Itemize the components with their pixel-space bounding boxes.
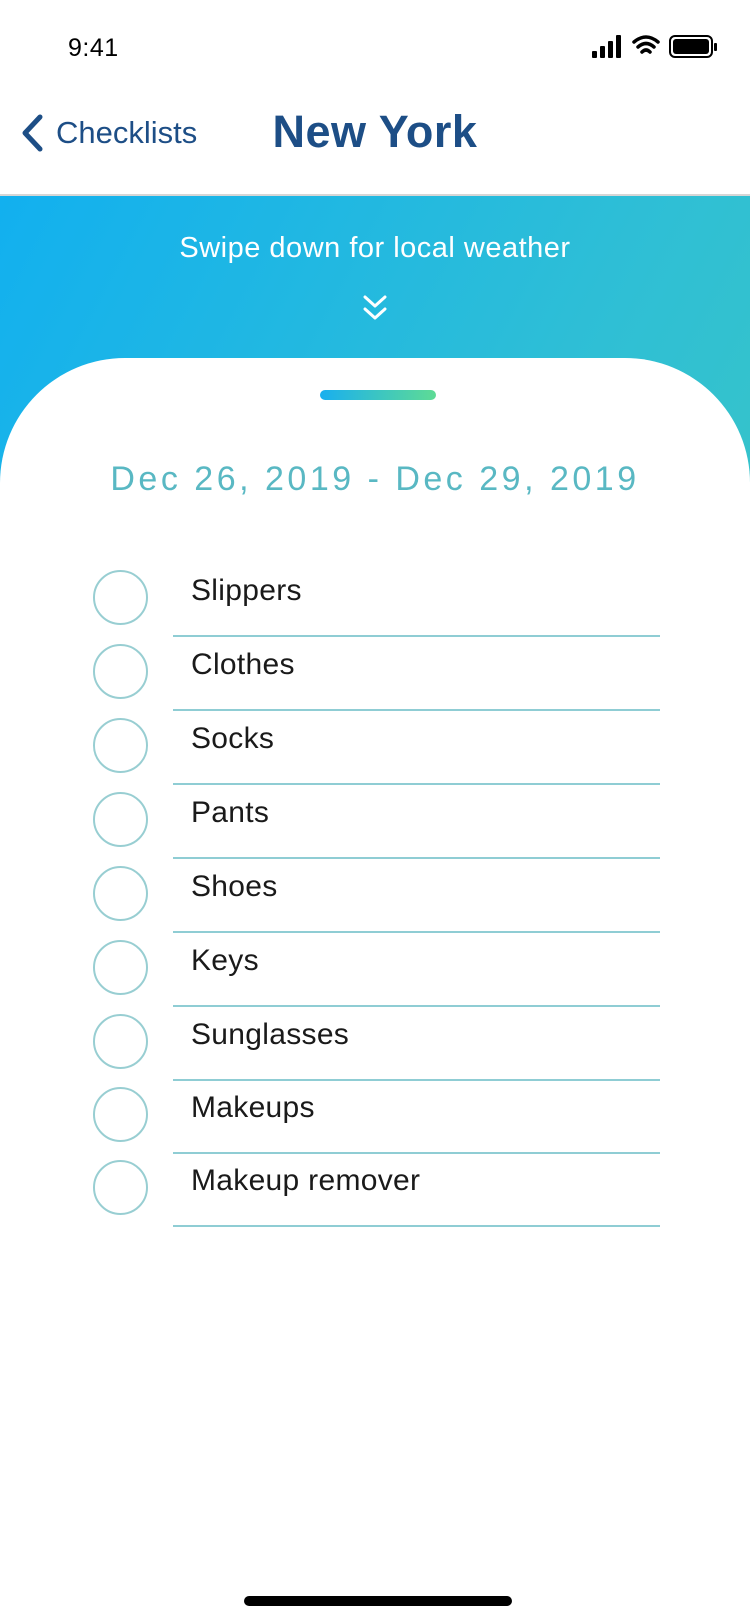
list-item[interactable]: Pants <box>0 790 750 860</box>
list-item[interactable]: Clothes <box>0 642 750 712</box>
date-range: Dec 26, 2019 - Dec 29, 2019 <box>110 460 640 498</box>
signal-icon <box>592 35 621 58</box>
item-label: Clothes <box>191 648 295 681</box>
divider <box>173 1079 660 1081</box>
check-circle[interactable] <box>93 940 148 995</box>
list-item[interactable]: Keys <box>0 938 750 1008</box>
list-item[interactable]: Makeups <box>0 1085 750 1155</box>
item-label: Pants <box>191 796 270 829</box>
weather-hint: Swipe down for local weather <box>179 232 571 264</box>
item-label: Keys <box>191 944 259 977</box>
drag-handle[interactable] <box>320 390 436 400</box>
check-circle[interactable] <box>93 1160 148 1215</box>
navigation-bar: Checklists New York <box>0 88 750 196</box>
page-title: New York <box>272 106 478 157</box>
item-label: Slippers <box>191 574 302 607</box>
checklist-sheet: Dec 26, 2019 - Dec 29, 2019 Slippers Clo… <box>0 358 750 1624</box>
item-label: Shoes <box>191 870 278 903</box>
check-circle[interactable] <box>93 1087 148 1142</box>
list-item[interactable]: Shoes <box>0 864 750 934</box>
divider <box>173 1225 660 1227</box>
check-circle[interactable] <box>93 718 148 773</box>
check-circle[interactable] <box>93 570 148 625</box>
status-icons <box>592 35 717 58</box>
battery-icon <box>669 35 717 58</box>
check-circle[interactable] <box>93 644 148 699</box>
divider <box>173 1005 660 1007</box>
double-chevron-down-icon <box>363 295 387 320</box>
list-item[interactable]: Makeup remover <box>0 1158 750 1228</box>
home-indicator[interactable] <box>244 1596 512 1606</box>
divider <box>173 931 660 933</box>
check-circle[interactable] <box>93 866 148 921</box>
list-item[interactable]: Slippers <box>0 568 750 638</box>
divider <box>173 1152 660 1154</box>
divider <box>173 635 660 637</box>
item-label: Socks <box>191 722 275 755</box>
status-bar: 9:41 <box>0 0 750 88</box>
check-circle[interactable] <box>93 1014 148 1069</box>
list-item[interactable]: Sunglasses <box>0 1012 750 1082</box>
item-label: Makeup remover <box>191 1164 421 1197</box>
item-label: Makeups <box>191 1091 315 1124</box>
check-circle[interactable] <box>93 792 148 847</box>
wifi-icon <box>632 35 660 54</box>
divider <box>173 709 660 711</box>
divider <box>173 857 660 859</box>
divider <box>173 783 660 785</box>
item-label: Sunglasses <box>191 1018 350 1051</box>
list-item[interactable]: Socks <box>0 716 750 786</box>
status-time: 9:41 <box>68 34 119 62</box>
